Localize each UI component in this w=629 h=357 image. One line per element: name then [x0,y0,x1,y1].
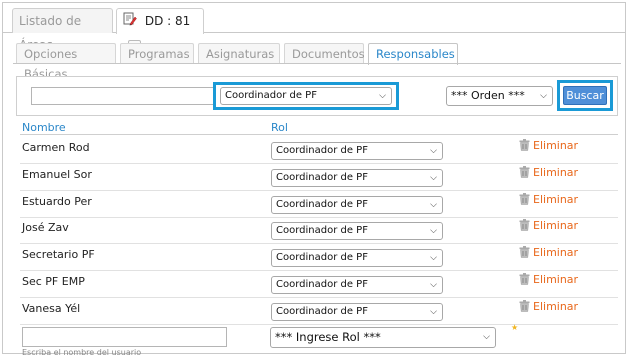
search-name-input[interactable] [31,87,214,105]
row-user-name: Emanuel Sor [22,167,92,181]
delete-label: Eliminar [533,273,579,286]
tab-divider [13,63,621,64]
row-divider [20,270,618,272]
row-user-name: Sec PF EMP [22,275,85,288]
trash-icon [519,246,530,261]
row-user-name: Estuardo Per [22,194,92,208]
row-role-value: Coordinador de PF [276,279,368,290]
chevron-down-icon: ⌵ [430,226,437,237]
trash-icon [519,219,530,234]
trash-icon [519,192,530,208]
chevron-down-icon: ⌵ [430,306,437,317]
row-delete-button[interactable]: Eliminar [519,165,579,181]
row-divider [20,243,618,245]
column-header-rol: Rol [271,121,288,134]
tab-label: DD : 81 [144,14,191,28]
row-user-name: Carmen Rod [22,141,90,154]
tab-responsables[interactable]: Responsables [368,43,458,65]
delete-label: Eliminar [533,165,579,179]
order-select[interactable]: *** Orden *** ⌵ [446,86,553,106]
outer-tab-strip: Listado de Áreas DD : 81 × [3,3,625,53]
row-user-name: José Zav [22,221,69,235]
inner-tab-strip: Opciones Básicas Programas Asignaturas D… [16,43,626,81]
row-role-value: Coordinador de PF [276,171,368,183]
tab-label: Programas [128,47,190,61]
role-filter-value: Coordinador de PF [225,90,317,101]
tab-label: Documentos [292,47,365,61]
tab-programas[interactable]: Programas [120,43,194,64]
row-divider [20,297,618,298]
star-icon: ★ [511,323,519,332]
order-value: *** Orden *** [451,89,525,102]
row-role-select[interactable]: Coordinador de PF ⌵ [271,168,443,187]
row-delete-button[interactable]: Eliminar [519,139,578,154]
row-user-name: Secretario PF [22,248,95,262]
row-role-select[interactable]: Coordinador de PF ⌵ [271,302,443,321]
row-delete-button[interactable]: Eliminar [519,192,579,208]
row-delete-button[interactable]: Eliminar [519,219,578,234]
chevron-down-icon: ⌵ [540,91,547,101]
column-header-nombre: Nombre [22,121,66,134]
tab-dd-81[interactable]: DD : 81 × [116,8,204,53]
row-role-select[interactable]: Coordinador de PF ⌵ [271,222,443,241]
tab-opciones-basicas[interactable]: Opciones Básicas [16,43,116,81]
row-delete-button[interactable]: Eliminar [519,299,579,315]
tab-label: Responsables [376,47,455,61]
chevron-down-icon: ⌵ [483,332,490,342]
document-edit-icon [123,10,137,34]
delete-label: Eliminar [533,299,579,313]
chevron-down-icon: ⌵ [430,172,437,183]
row-divider [20,189,618,191]
delete-label: Eliminar [533,192,579,206]
new-role-select[interactable]: *** Ingrese Rol *** ⌵ [270,327,496,348]
row-divider [20,323,618,325]
trash-icon [519,273,530,288]
new-role-placeholder: *** Ingrese Rol *** [275,330,381,344]
row-role-select[interactable]: Coordinador de PF ⌵ [271,276,443,294]
row-role-value: Coordinador de PF [276,198,368,210]
chevron-down-icon: ⌵ [430,253,437,264]
buscar-button[interactable]: Buscar [563,86,607,105]
tab-asignaturas[interactable]: Asignaturas [198,43,280,64]
trash-icon [519,299,530,315]
tab-label: Asignaturas [206,47,275,61]
trash-icon [519,165,530,181]
chevron-down-icon: ⌵ [430,199,437,210]
delete-label: Eliminar [533,219,579,233]
row-delete-button[interactable]: Eliminar [519,246,578,261]
row-divider [20,163,618,164]
row-role-select[interactable]: Coordinador de PF ⌵ [271,249,443,268]
header-divider [20,134,618,135]
chevron-down-icon: ⌵ [430,280,437,290]
row-role-select[interactable]: Coordinador de PF ⌵ [271,195,443,214]
row-user-name: Vanesa Yél [22,301,81,315]
row-delete-button[interactable]: Eliminar [519,273,578,288]
chevron-down-icon: ⌵ [379,91,386,101]
new-user-input[interactable] [22,327,227,347]
window-frame: Listado de Áreas DD : 81 × Opciones Bási… [2,2,626,357]
row-role-value: Coordinador de PF [276,225,368,237]
trash-icon [519,139,530,154]
chevron-down-icon: ⌵ [430,146,437,156]
new-user-hint: Escriba el nombre del usuario [22,348,142,357]
delete-label: Eliminar [533,139,579,152]
responsables-panel: Opciones Básicas Programas Asignaturas D… [13,41,626,357]
row-role-value: Coordinador de PF [276,252,368,264]
role-filter-select[interactable]: Coordinador de PF ⌵ [220,87,392,105]
tab-documentos[interactable]: Documentos [284,43,365,64]
row-divider [20,216,618,218]
delete-label: Eliminar [533,246,579,260]
row-role-value: Coordinador de PF [276,305,368,317]
tab-listado-areas[interactable]: Listado de Áreas [12,8,113,52]
search-bar: Coordinador de PF ⌵ *** Orden *** ⌵ Busc… [16,76,618,116]
row-role-value: Coordinador de PF [276,145,368,156]
row-role-select[interactable]: Coordinador de PF ⌵ [271,142,443,160]
